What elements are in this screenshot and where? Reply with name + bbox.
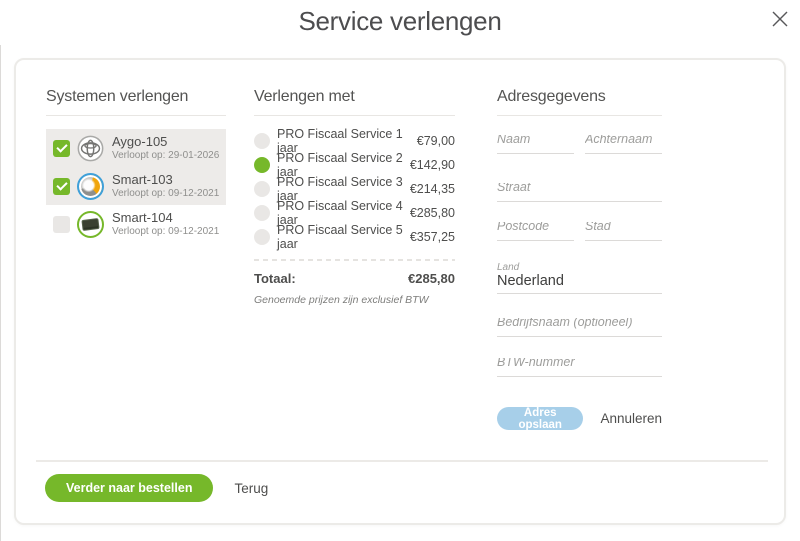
systems-list: Aygo-105 Verloopt op: 29-01-2026 Smart-1…: [46, 129, 226, 243]
option-row-1-jaar[interactable]: PRO Fiscaal Service 1 jaar €79,00: [254, 129, 455, 153]
systems-column: Systemen verlengen Aygo-105 Verloopt op:…: [46, 88, 226, 243]
sphere-logo-icon: [77, 173, 104, 200]
option-row-3-jaar[interactable]: PRO Fiscaal Service 3 jaar €214,35: [254, 177, 455, 201]
total-row: Totaal: €285,80: [254, 271, 455, 286]
option-radio[interactable]: [254, 181, 270, 197]
system-expiry: Verloopt op: 09-12-2021: [112, 189, 219, 199]
option-radio[interactable]: [254, 205, 270, 221]
toyota-logo-icon: [77, 135, 104, 162]
city-field[interactable]: [585, 222, 662, 241]
continue-to-order-button[interactable]: Verder naar bestellen: [45, 474, 213, 502]
system-name: Smart-103: [112, 173, 219, 186]
options-heading: Verlengen met: [254, 88, 455, 106]
system-checkbox[interactable]: [53, 216, 70, 233]
address-heading: Adresgegevens: [497, 88, 662, 106]
system-row-smart-103[interactable]: Smart-103 Verloopt op: 09-12-2021: [46, 167, 226, 205]
option-label: PRO Fiscaal Service 5 jaar: [277, 223, 410, 251]
option-row-5-jaar[interactable]: PRO Fiscaal Service 5 jaar €357,25: [254, 225, 455, 249]
country-field[interactable]: [497, 274, 662, 294]
total-dashed-divider: [254, 259, 455, 261]
system-checkbox[interactable]: [53, 140, 70, 157]
systems-heading: Systemen verlengen: [46, 88, 226, 106]
option-price: €357,25: [410, 230, 455, 244]
address-column: Adresgegevens Land Adres opslaan A: [497, 88, 662, 448]
options-list: PRO Fiscaal Service 1 jaar €79,00 PRO Fi…: [254, 129, 455, 249]
street-field[interactable]: [497, 183, 662, 202]
last-name-field[interactable]: [585, 135, 662, 154]
option-radio[interactable]: [254, 229, 270, 245]
vat-note: Genoemde prijzen zijn exclusief BTW: [254, 294, 455, 306]
address-divider: [497, 115, 662, 116]
option-radio[interactable]: [254, 133, 270, 149]
modal-title: Service verlengen: [0, 6, 800, 37]
first-name-field[interactable]: [497, 135, 574, 154]
cancel-link[interactable]: Annuleren: [600, 411, 662, 426]
system-name: Smart-104: [112, 211, 219, 224]
company-name-field[interactable]: [497, 318, 662, 337]
system-name: Aygo-105: [112, 135, 219, 148]
option-price: €142,90: [410, 158, 455, 172]
country-label: Land: [497, 262, 662, 273]
page-edge-divider: [0, 45, 1, 541]
options-divider: [254, 115, 455, 116]
system-expiry: Verloopt op: 29-01-2026: [112, 151, 219, 161]
trafficjack-logo-icon: [77, 211, 104, 238]
system-expiry: Verloopt op: 09-12-2021: [112, 227, 219, 237]
total-value: €285,80: [408, 271, 455, 286]
total-label: Totaal:: [254, 271, 408, 286]
modal-panel: Systemen verlengen Aygo-105 Verloopt op:…: [14, 58, 786, 525]
system-row-aygo-105[interactable]: Aygo-105 Verloopt op: 29-01-2026: [46, 129, 226, 167]
system-checkbox[interactable]: [53, 178, 70, 195]
option-row-4-jaar[interactable]: PRO Fiscaal Service 4 jaar €285,80: [254, 201, 455, 225]
save-address-button[interactable]: Adres opslaan: [497, 407, 583, 430]
option-radio[interactable]: [254, 157, 270, 173]
option-price: €79,00: [417, 134, 455, 148]
footer-divider: [36, 460, 768, 462]
vat-number-field[interactable]: [497, 358, 662, 377]
options-column: Verlengen met PRO Fiscaal Service 1 jaar…: [254, 88, 455, 306]
option-row-2-jaar[interactable]: PRO Fiscaal Service 2 jaar €142,90: [254, 153, 455, 177]
close-icon[interactable]: [770, 9, 790, 29]
systems-divider: [46, 115, 226, 116]
option-price: €214,35: [410, 182, 455, 196]
back-link[interactable]: Terug: [234, 481, 268, 496]
system-row-smart-104[interactable]: Smart-104 Verloopt op: 09-12-2021: [46, 205, 226, 243]
postal-code-field[interactable]: [497, 222, 574, 241]
option-price: €285,80: [410, 206, 455, 220]
